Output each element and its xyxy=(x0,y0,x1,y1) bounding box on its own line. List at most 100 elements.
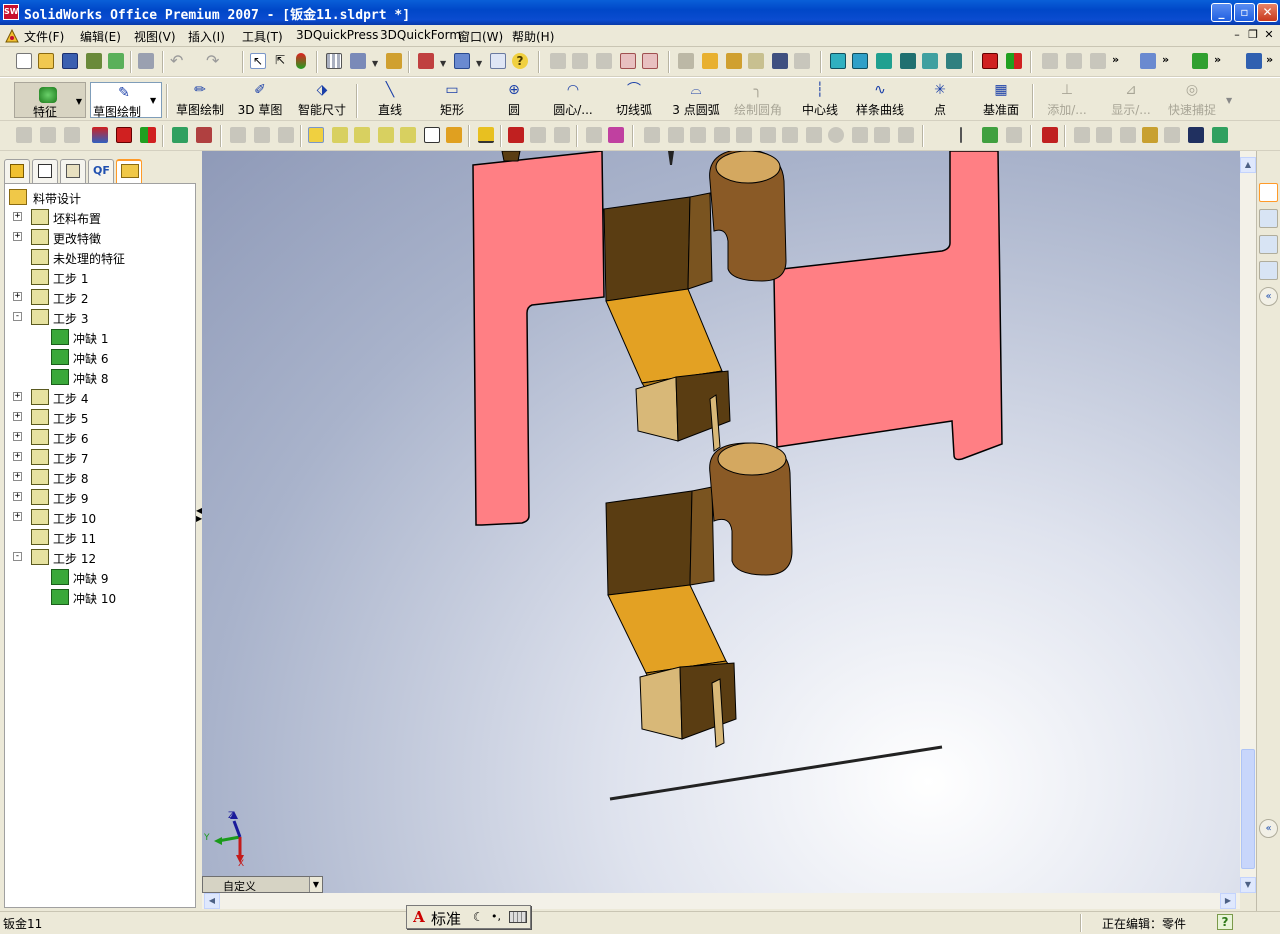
cmd-sketch-draw[interactable]: ✏ 草图绘制 xyxy=(174,80,226,120)
cmd-sketch-fillet[interactable]: ╮ 绘制圆角 xyxy=(732,80,784,120)
tree-item[interactable]: - 工步 3 xyxy=(5,307,193,327)
cmd-feature-tab[interactable]: 特征 ▼ xyxy=(14,82,86,119)
tree-item-child[interactable]: 冲缺 9 xyxy=(5,567,193,587)
disabled-tool-icon[interactable] xyxy=(736,127,752,143)
strip-tool-icon[interactable] xyxy=(678,53,694,69)
move-icon[interactable] xyxy=(196,127,212,143)
menu-3dquickpress[interactable]: 3DQuickPress xyxy=(296,28,378,42)
tree-item[interactable]: + 坯料布置 xyxy=(5,207,193,227)
disabled-tool-icon[interactable] xyxy=(690,127,706,143)
window-layout-icon[interactable] xyxy=(454,53,470,69)
cmd-point[interactable]: ✳ 点 xyxy=(930,80,950,120)
sheet-metal-icon[interactable] xyxy=(508,127,524,143)
delete-feature-icon[interactable] xyxy=(620,53,636,69)
menu-insert[interactable]: 插入(I) xyxy=(188,28,225,45)
shell-icon[interactable] xyxy=(424,127,440,143)
cmd-smart-dimension[interactable]: ⬗ 智能尺寸 xyxy=(296,80,348,120)
options-icon[interactable] xyxy=(490,53,506,69)
remove-feature-icon[interactable] xyxy=(642,53,658,69)
reference-icon[interactable] xyxy=(1246,53,1262,69)
maximize-button[interactable]: ▫ xyxy=(1234,3,1255,22)
table-icon[interactable] xyxy=(1188,127,1204,143)
tree-item-child[interactable]: 冲缺 1 xyxy=(5,327,193,347)
print-icon[interactable] xyxy=(138,53,154,69)
chevron-down-icon[interactable]: ▼ xyxy=(1226,96,1232,105)
disabled-tool-icon[interactable] xyxy=(554,127,570,143)
tree-item[interactable]: 未处理的特征 xyxy=(5,247,193,267)
grid-options-icon[interactable] xyxy=(326,53,342,69)
scroll-up-button[interactable]: ▲ xyxy=(1240,157,1256,173)
disabled-tool-icon[interactable] xyxy=(1066,53,1082,69)
scroll-left-button[interactable]: ◀ xyxy=(204,893,220,909)
more-tools-icon[interactable]: » xyxy=(1162,53,1178,69)
disabled-tool-icon[interactable] xyxy=(644,127,660,143)
disabled-tool-icon[interactable] xyxy=(40,127,56,143)
moon-icon[interactable]: ☾ xyxy=(473,910,484,924)
collapse-task-pane-icon[interactable]: « xyxy=(1259,287,1278,306)
ime-mode-label[interactable]: 标准 xyxy=(431,908,461,929)
pierce-icon[interactable] xyxy=(726,53,742,69)
expand-panel-icon[interactable]: « xyxy=(1259,819,1278,838)
expand-icon[interactable]: + xyxy=(13,232,22,241)
feature-manager-tab[interactable] xyxy=(4,159,30,183)
redo-icon[interactable]: ↷ xyxy=(206,53,222,69)
ime-mode-icon[interactable]: A xyxy=(411,909,427,925)
scroll-right-button[interactable]: ▶ xyxy=(1220,893,1236,909)
view-orientation-select[interactable]: 自定义 ▼ xyxy=(202,876,323,893)
cmd-line[interactable]: ╲ 直线 xyxy=(370,80,410,120)
chevron-down-icon[interactable]: ▼ xyxy=(150,96,156,105)
tree-item[interactable]: 工步 1 xyxy=(5,267,193,287)
select-icon[interactable]: ↖ xyxy=(250,53,266,69)
extrude-icon[interactable] xyxy=(308,127,324,143)
trim-icon[interactable] xyxy=(92,127,108,143)
expand-icon[interactable]: + xyxy=(13,412,22,421)
view-tool-icon[interactable] xyxy=(946,53,962,69)
loft-icon[interactable] xyxy=(378,127,394,143)
solidworks-menu-icon[interactable] xyxy=(4,28,20,44)
disabled-tool-icon[interactable] xyxy=(530,127,546,143)
chevron-down-icon[interactable]: ▼ xyxy=(372,59,378,68)
doc-restore-button[interactable]: ❐ xyxy=(1246,28,1260,41)
cmd-3d-sketch[interactable]: ✐ 3D 草图 xyxy=(236,80,284,120)
disabled-tool-icon[interactable] xyxy=(64,127,80,143)
red-tool-icon[interactable] xyxy=(982,53,998,69)
tree-item-child[interactable]: 冲缺 10 xyxy=(5,587,193,607)
disabled-tool-icon[interactable] xyxy=(278,127,294,143)
compare-icon[interactable] xyxy=(1006,53,1022,69)
scroll-down-button[interactable]: ▼ xyxy=(1240,877,1256,893)
collapse-icon[interactable]: - xyxy=(13,312,22,321)
menu-tools[interactable]: 工具(T) xyxy=(242,28,283,45)
vertical-scrollbar[interactable]: ▲ ▼ xyxy=(1240,151,1256,893)
cmd-three-point-arc[interactable]: ⌓ 3 点圆弧 xyxy=(670,80,722,120)
zoom-fit-icon[interactable] xyxy=(386,53,402,69)
disabled-tool-icon[interactable] xyxy=(782,127,798,143)
cmd-plane[interactable]: ▦ 基准面 xyxy=(980,80,1022,120)
view-orientation-icon[interactable] xyxy=(350,53,366,69)
more-tools-icon[interactable]: » xyxy=(1214,53,1230,69)
disabled-tool-icon[interactable] xyxy=(760,127,776,143)
disabled-tool-icon[interactable] xyxy=(230,127,246,143)
tree-item[interactable]: + 工步 9 xyxy=(5,487,193,507)
form-icon[interactable] xyxy=(748,53,764,69)
tree-item[interactable]: + 工步 7 xyxy=(5,447,193,467)
toolbox-icon[interactable] xyxy=(1192,53,1208,69)
cmd-centerline[interactable]: ┆ 中心线 xyxy=(800,80,840,120)
disabled-tool-icon[interactable] xyxy=(596,53,612,69)
disabled-tool-icon[interactable] xyxy=(874,127,890,143)
hidden-lines-icon[interactable] xyxy=(900,53,916,69)
view-tool-icon[interactable] xyxy=(922,53,938,69)
mirror-icon[interactable] xyxy=(172,127,188,143)
cmd-center-arc[interactable]: ◠ 圆心/... xyxy=(548,80,598,120)
die-tool-icon[interactable] xyxy=(1142,127,1158,143)
disabled-tool-icon[interactable] xyxy=(1090,53,1106,69)
cmd-spline[interactable]: ∿ 样条曲线 xyxy=(854,80,906,120)
vertical-scroll-thumb[interactable] xyxy=(1241,749,1255,869)
graphics-area[interactable]: Y X Z xyxy=(202,151,1240,893)
offset-icon[interactable] xyxy=(140,127,156,143)
cmd-quick-snap[interactable]: ◎ 快速捕捉 xyxy=(1166,80,1218,120)
file-explorer-icon[interactable] xyxy=(1259,235,1278,254)
menu-edit[interactable]: 编辑(E) xyxy=(80,28,121,45)
expand-icon[interactable]: + xyxy=(13,292,22,301)
undo-icon[interactable]: ↶ xyxy=(170,53,186,69)
cmd-tangent-arc[interactable]: ⌒ 切线弧 xyxy=(614,80,654,120)
